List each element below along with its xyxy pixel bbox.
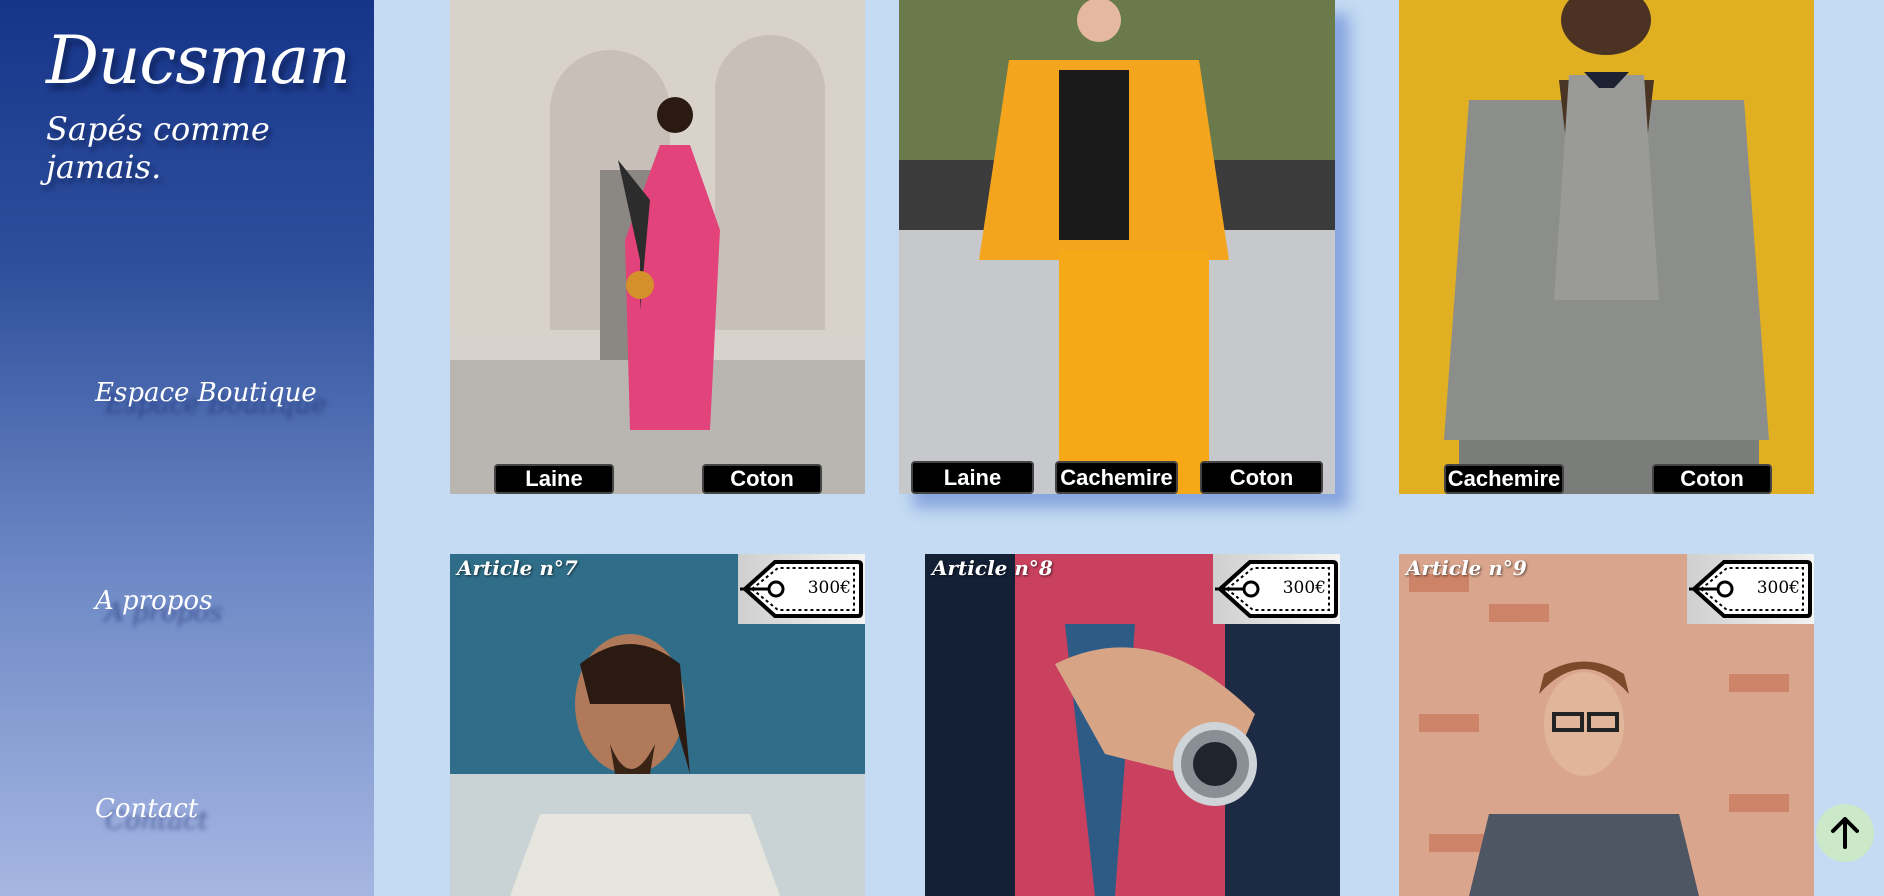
material-tag[interactable]: Coton: [1200, 461, 1323, 494]
material-tag[interactable]: Coton: [702, 464, 822, 494]
article-card-9[interactable]: Article n°9 300€: [1399, 554, 1814, 896]
product-card-2[interactable]: Laine Cachemire Coton: [899, 0, 1335, 494]
price-label: 300€: [807, 578, 851, 598]
product-card-1[interactable]: Laine Coton: [450, 0, 865, 494]
material-tag[interactable]: Cachemire: [1055, 461, 1178, 494]
material-tag[interactable]: Laine: [911, 461, 1034, 494]
price-badge: 300€: [738, 554, 865, 624]
nav-a-propos[interactable]: A propos: [95, 586, 212, 616]
scroll-to-top-button[interactable]: [1816, 804, 1874, 862]
price-badge: 300€: [1687, 554, 1814, 624]
material-tag[interactable]: Laine: [494, 464, 614, 494]
price-label: 300€: [1756, 578, 1800, 598]
material-tag[interactable]: Cachemire: [1444, 464, 1564, 494]
price-label: 300€: [1282, 578, 1326, 598]
article-card-7[interactable]: Article n°7 300€: [450, 554, 865, 896]
article-title: Article n°8: [932, 556, 1053, 580]
product-image: [1399, 0, 1814, 494]
article-title: Article n°7: [457, 556, 578, 580]
material-tag[interactable]: Coton: [1652, 464, 1772, 494]
price-badge: 300€: [1213, 554, 1340, 624]
nav-contact[interactable]: Contact: [95, 794, 198, 824]
arrow-up-icon: [1831, 817, 1859, 849]
article-title: Article n°9: [1406, 556, 1527, 580]
nav-espace-boutique[interactable]: Espace Boutique: [95, 378, 317, 408]
product-card-3[interactable]: Cachemire Coton: [1399, 0, 1814, 494]
article-card-8[interactable]: Article n°8 300€: [925, 554, 1340, 896]
sidebar: Ducsman Sapés comme jamais. Espace Bouti…: [0, 0, 374, 896]
product-image: [899, 0, 1335, 494]
product-image: [450, 0, 865, 494]
brand-tagline: Sapés comme jamais.: [46, 110, 270, 186]
brand-logo[interactable]: Ducsman: [46, 22, 351, 99]
